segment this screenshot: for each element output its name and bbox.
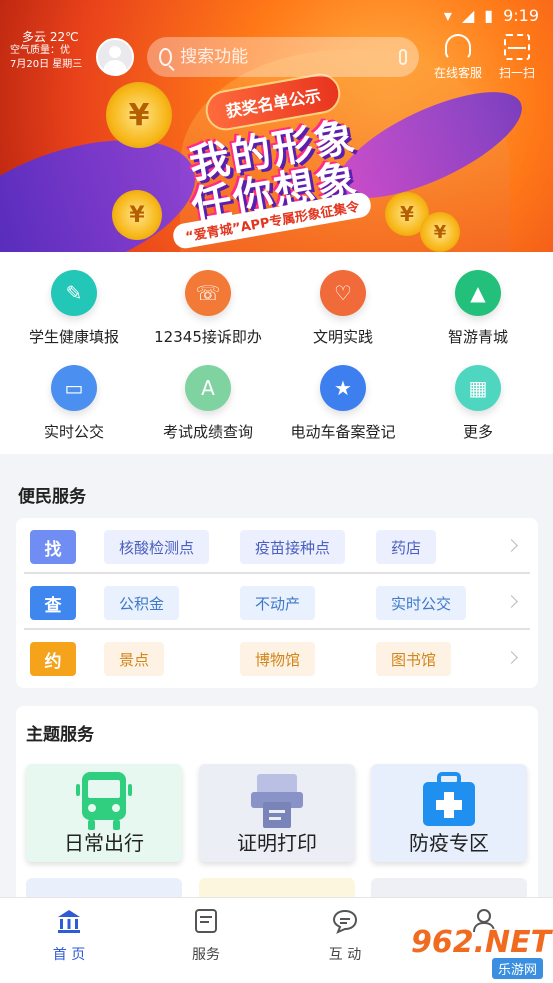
quick-item-label: 文明实践 <box>312 328 373 346</box>
theme-card-label: 日常出行 <box>64 831 144 855</box>
quick-item-smart-tour[interactable]: ▲ 智游青城 <box>409 270 547 347</box>
nav-home-label: 首 页 <box>52 947 86 963</box>
grid-icon: ▦ <box>455 365 501 411</box>
chip-nucleic-test[interactable]: 核酸检测点 <box>104 530 210 564</box>
quick-item-ebike-register[interactable]: ★ 电动车备案登记 <box>274 365 412 442</box>
query-row: 查 公积金 不动产 实时公交 <box>24 576 530 630</box>
weather-temp: 多云 22℃ <box>22 30 79 44</box>
nav-services[interactable]: 服务 <box>166 908 246 964</box>
headset-icon <box>445 34 471 60</box>
printer-icon <box>251 774 303 828</box>
scan-label: 扫一扫 <box>498 66 535 80</box>
nav-interact[interactable]: 互 动 <box>305 908 385 964</box>
chevron-right-icon[interactable] <box>505 595 518 608</box>
booking-badge: 约 <box>30 642 76 676</box>
mountain-icon: ▲ <box>455 270 501 316</box>
chip-vaccine[interactable]: 疫苗接种点 <box>240 530 346 564</box>
shield-icon: ★ <box>320 365 366 411</box>
bus-icon <box>76 772 132 830</box>
avatar-body <box>103 60 127 74</box>
scan-icon <box>504 34 530 60</box>
bottom-navigation: 首 页 服务 互 动 962.NET 乐游网 <box>0 897 553 983</box>
wifi-icon: ▾ <box>443 5 452 25</box>
nav-home[interactable]: 首 页 <box>29 908 109 964</box>
quick-item-label: 电动车备案登记 <box>290 423 396 441</box>
convenience-panel: 找 核酸检测点 疫苗接种点 药店 查 公积金 不动产 实时公交 约 景点 博物馆… <box>16 518 538 688</box>
quick-item-student-health[interactable]: ✎ 学生健康填报 <box>5 270 143 347</box>
nav-interact-label: 互 动 <box>328 947 362 963</box>
heart-icon: ♡ <box>320 270 366 316</box>
theme-card-label: 防疫专区 <box>409 831 489 855</box>
scan-button[interactable]: 扫一扫 <box>489 34 545 81</box>
bus-icon: ▭ <box>51 365 97 411</box>
find-row: 找 核酸检测点 疫苗接种点 药店 <box>24 520 530 574</box>
hotline-icon: ☏ <box>185 270 231 316</box>
status-time: 9:19 <box>503 5 539 25</box>
signal-icon: ◢ <box>461 5 475 25</box>
online-service-button[interactable]: 在线客服 <box>430 34 486 81</box>
theme-title: 主题服务 <box>26 725 94 745</box>
watermark-text: 962.NET <box>411 925 552 960</box>
air-quality: 空气质量：优 <box>10 45 70 56</box>
quick-item-more[interactable]: ▦ 更多 <box>409 365 547 442</box>
chip-scenic-spot[interactable]: 景点 <box>104 642 165 676</box>
home-icon <box>58 910 80 933</box>
battery-icon: ▮ <box>484 5 494 25</box>
watermark-logo: 962.NET 乐游网 <box>411 925 552 979</box>
coin-icon: ¥ <box>112 190 162 240</box>
find-badge: 找 <box>30 530 76 564</box>
quick-services-grid: ✎ 学生健康填报 ☏ 12345接诉即办 ♡ 文明实践 ▲ 智游青城 ▭ 实时公… <box>0 252 553 454</box>
weather-date: 7月20日 星期三 <box>10 59 83 70</box>
chip-library[interactable]: 图书馆 <box>376 642 452 676</box>
health-form-icon: ✎ <box>51 270 97 316</box>
chat-bubble-icon <box>332 909 358 934</box>
quick-item-civilization[interactable]: ♡ 文明实践 <box>274 270 412 347</box>
theme-card-epidemic[interactable]: 防疫专区 <box>371 764 527 862</box>
chip-realtime-bus[interactable]: 实时公交 <box>376 586 467 620</box>
online-service-label: 在线客服 <box>433 66 482 80</box>
quick-item-label: 实时公交 <box>43 423 104 441</box>
chevron-right-icon[interactable] <box>505 539 518 552</box>
coin-icon: ¥ <box>420 212 460 252</box>
theme-card-print[interactable]: 证明打印 <box>199 764 355 862</box>
exam-icon: A <box>185 365 231 411</box>
weather-widget[interactable]: 多云 22℃ 空气质量：优 7月20日 星期三 <box>10 30 82 72</box>
avatar[interactable] <box>96 38 134 76</box>
convenience-title: 便民服务 <box>18 487 86 507</box>
quick-item-bus[interactable]: ▭ 实时公交 <box>5 365 143 442</box>
quick-item-exam-score[interactable]: A 考试成绩查询 <box>139 365 277 442</box>
theme-services-panel: 主题服务 日常出行 证明打印 防疫专区 <box>16 706 538 906</box>
microphone-icon[interactable] <box>399 49 407 65</box>
theme-card-label: 证明打印 <box>237 831 317 855</box>
search-icon <box>159 48 173 66</box>
chip-museum[interactable]: 博物馆 <box>240 642 316 676</box>
nav-services-label: 服务 <box>192 947 220 963</box>
search-bar[interactable] <box>147 37 419 77</box>
document-icon <box>195 909 217 933</box>
booking-row: 约 景点 博物馆 图书馆 <box>24 632 530 686</box>
query-badge: 查 <box>30 586 76 620</box>
avatar-head <box>109 46 121 58</box>
chip-housing-fund[interactable]: 公积金 <box>104 586 180 620</box>
coin-icon: ¥ <box>106 82 172 148</box>
chip-real-estate[interactable]: 不动产 <box>240 586 316 620</box>
quick-item-label: 学生健康填报 <box>28 328 119 346</box>
quick-item-label: 智游青城 <box>447 328 508 346</box>
quick-item-12345[interactable]: ☏ 12345接诉即办 <box>139 270 277 347</box>
watermark-subtext: 乐游网 <box>491 958 543 979</box>
status-bar: ▾ ◢ ▮ 9:19 <box>444 0 553 30</box>
quick-item-label: 12345接诉即办 <box>154 328 262 346</box>
quick-item-label: 更多 <box>462 423 493 441</box>
chevron-right-icon[interactable] <box>505 651 518 664</box>
theme-card-commute[interactable]: 日常出行 <box>26 764 182 862</box>
quick-item-label: 考试成绩查询 <box>162 423 253 441</box>
medical-kit-icon <box>423 772 475 826</box>
chip-pharmacy[interactable]: 药店 <box>376 530 437 564</box>
search-input[interactable] <box>180 47 400 67</box>
